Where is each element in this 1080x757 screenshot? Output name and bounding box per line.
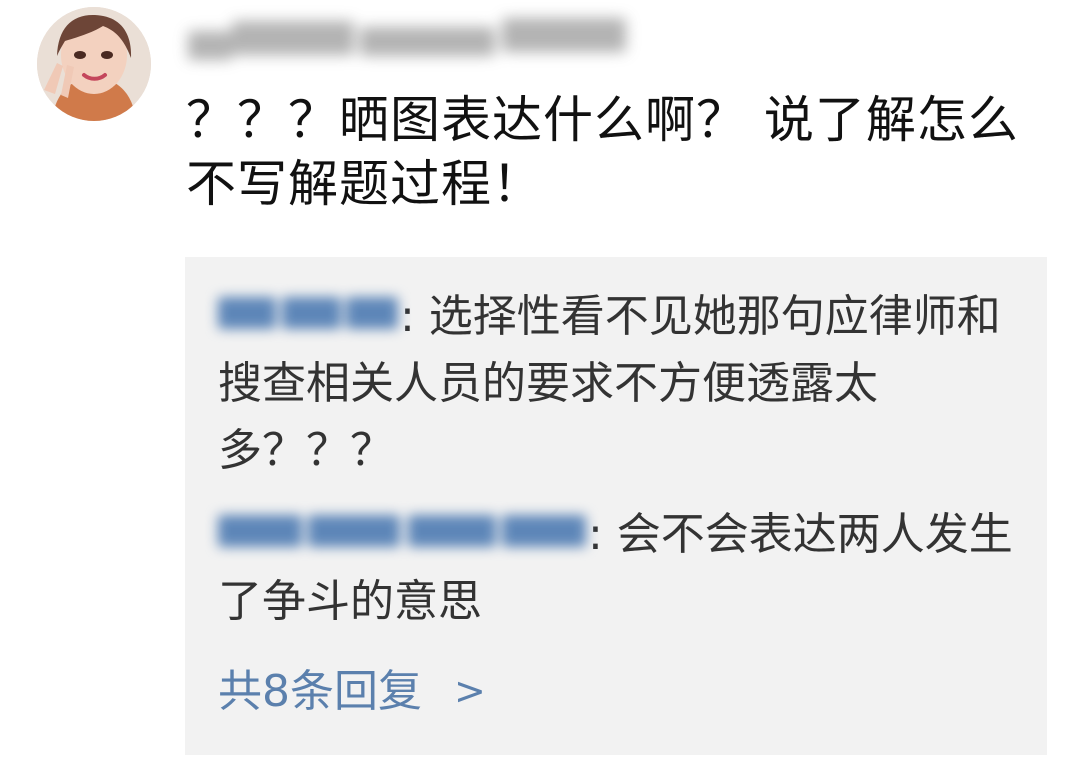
reply-username-blurred[interactable] [218,509,588,553]
comment-text: ？？？晒图表达什么啊？ 说了解怎么不写解题过程！ [186,91,1019,213]
avatar[interactable] [37,7,151,121]
reply-username-blurred[interactable] [218,291,400,335]
avatar-photo-icon [37,7,151,121]
reply-item[interactable]: : 选择性看不见她那句应律师和搜查相关人员的要求不方便透露太多？？？ [218,283,1018,484]
reply-list: : 选择性看不见她那句应律师和搜查相关人员的要求不方便透露太多？？？ : 会不会… [185,257,1047,755]
username-blurred[interactable] [184,10,634,68]
reply-item[interactable]: : 会不会表达两人发生了争斗的意思 [218,501,1018,635]
more-replies-label: 共8条回复 [218,666,422,717]
chevron-right-icon: > [454,669,486,713]
view-more-replies-link[interactable]: 共8条回复 > [218,659,486,724]
